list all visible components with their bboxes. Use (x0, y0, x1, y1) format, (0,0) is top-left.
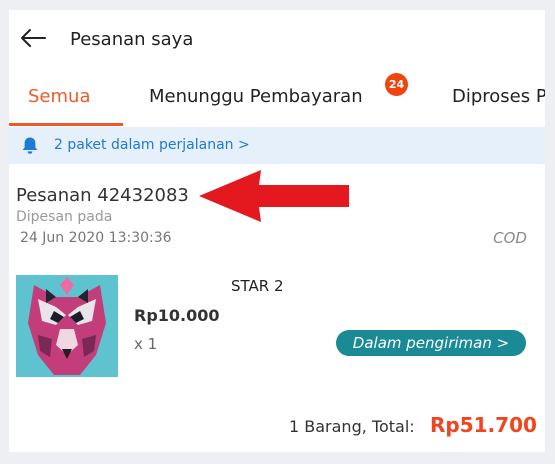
tab-awaiting-payment[interactable]: Menunggu Pembayaran (149, 86, 363, 107)
order-date: 24 Jun 2020 13:30:36 (20, 230, 172, 246)
ordered-label: Dipesan pada (16, 209, 113, 225)
orders-panel: Pesanan saya Semua Menunggu Pembayaran 2… (9, 10, 545, 452)
tab-processed[interactable]: Diproses P (452, 86, 545, 107)
back-arrow-icon[interactable] (19, 28, 47, 48)
order-tabs: Semua Menunggu Pembayaran 24 Diproses P (9, 68, 545, 126)
shipping-status-button[interactable]: Dalam pengiriman > (336, 330, 526, 356)
annotation-arrow-icon (199, 170, 349, 222)
product-image[interactable] (16, 275, 118, 377)
order-summary-label: 1 Barang, Total: (289, 417, 415, 436)
product-price: Rp10.000 (134, 306, 220, 325)
product-quantity: x 1 (134, 335, 158, 353)
header: Pesanan saya (9, 10, 545, 68)
notice-text: 2 paket dalam perjalanan > (54, 137, 250, 153)
awaiting-payment-badge: 24 (385, 73, 408, 96)
shipment-notice[interactable]: 2 paket dalam perjalanan > (9, 127, 545, 164)
bell-icon (22, 137, 38, 154)
product-name: STAR 2 (231, 277, 284, 295)
order-total: Rp51.700 (430, 413, 537, 437)
page-title: Pesanan saya (70, 29, 194, 50)
order-id: Pesanan 42432083 (16, 185, 189, 206)
payment-method: COD (493, 229, 527, 247)
tiger-artwork-icon (16, 275, 118, 377)
tab-all[interactable]: Semua (28, 86, 90, 107)
active-tab-indicator (9, 123, 123, 126)
